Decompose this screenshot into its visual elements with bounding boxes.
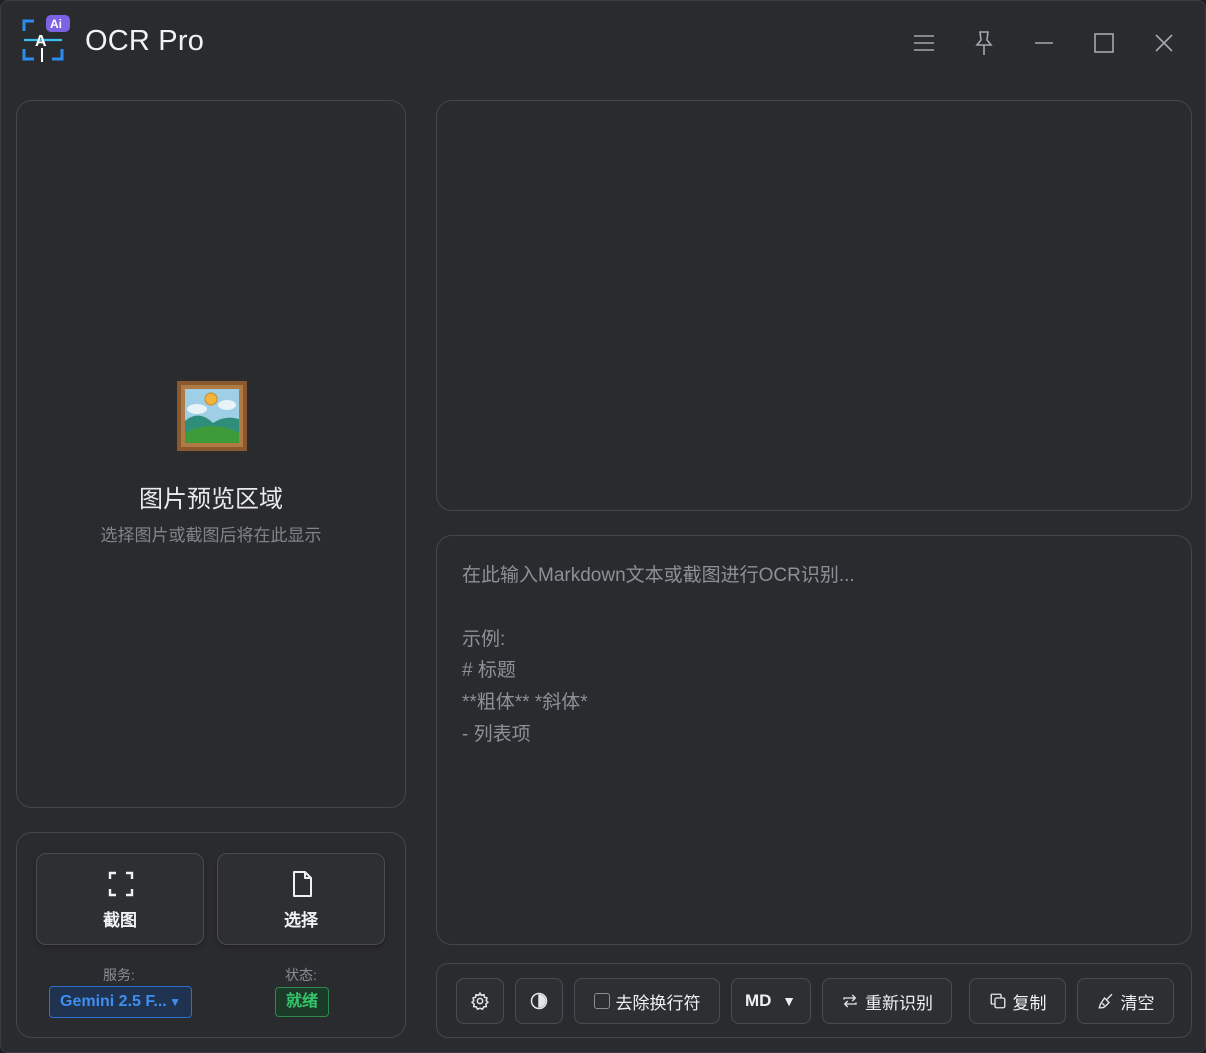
bottom-toolbar: 去除换行符 MD ▼ 重新识别 复制 清空 — [436, 963, 1192, 1038]
repeat-icon — [843, 994, 857, 1008]
pin-icon — [975, 31, 993, 55]
close-button[interactable] — [1146, 25, 1182, 61]
status-label: 状态: — [285, 967, 317, 983]
framed-picture-icon — [175, 379, 249, 453]
preview-subtitle: 选择图片或截图后将在此显示 — [100, 526, 322, 545]
select-file-button[interactable]: 选择 — [217, 853, 385, 945]
service-label: 服务: — [103, 967, 135, 983]
minimize-icon — [1035, 42, 1053, 44]
app-logo: A Ai — [21, 15, 71, 65]
settings-button[interactable] — [456, 978, 504, 1024]
copy-icon — [990, 993, 1005, 1009]
editor-placeholder[interactable]: 在此输入Markdown文本或截图进行OCR识别... 示例: # 标题 **粗… — [462, 560, 1162, 751]
menu-icon — [914, 35, 934, 51]
rerecognize-label: 重新识别 — [865, 993, 933, 1013]
clear-button[interactable]: 清空 — [1077, 978, 1174, 1024]
preview-title: 图片预览区域 — [139, 486, 283, 513]
file-icon — [293, 871, 312, 897]
menu-button[interactable] — [906, 25, 942, 61]
image-preview-panel: 图片预览区域 选择图片或截图后将在此显示 — [16, 100, 406, 808]
remove-newlines-toggle[interactable]: 去除换行符 — [574, 978, 720, 1024]
status-badge: 就绪 — [275, 987, 329, 1017]
close-icon — [1155, 34, 1173, 52]
screenshot-label: 截图 — [103, 911, 137, 930]
logo-letter: A — [35, 33, 47, 50]
remove-newlines-checkbox[interactable] — [593, 993, 610, 1009]
screenshot-frame-icon — [108, 871, 134, 897]
copy-button[interactable]: 复制 — [969, 978, 1066, 1024]
format-select[interactable]: MD ▼ — [731, 978, 811, 1024]
select-file-label: 选择 — [284, 911, 318, 930]
app-window: A Ai OCR Pro 图片预览区域 选择图片或截图后将在此显示 截图 选择 … — [0, 0, 1206, 1053]
brush-icon — [1097, 993, 1112, 1009]
screenshot-button[interactable]: 截图 — [36, 853, 204, 945]
gear-icon — [470, 991, 490, 1011]
minimize-button[interactable] — [1026, 25, 1062, 61]
logo-badge: Ai — [50, 17, 62, 31]
remove-newlines-label: 去除换行符 — [615, 993, 701, 1013]
maximize-icon — [1094, 33, 1114, 53]
rendered-output-panel — [436, 100, 1192, 511]
service-value: Gemini 2.5 F... — [60, 993, 167, 1010]
app-title: OCR Pro — [85, 25, 205, 57]
markdown-editor[interactable]: 在此输入Markdown文本或截图进行OCR识别... 示例: # 标题 **粗… — [436, 535, 1192, 945]
chevron-down-icon: ▼ — [169, 995, 181, 1009]
chevron-down-icon: ▼ — [782, 993, 796, 1009]
controls-panel: 截图 选择 服务: Gemini 2.5 F... ▼ 状态: 就绪 — [16, 832, 406, 1038]
maximize-button[interactable] — [1086, 25, 1122, 61]
contrast-icon — [530, 992, 548, 1010]
copy-label: 复制 — [1012, 993, 1047, 1013]
theme-toggle-button[interactable] — [515, 978, 563, 1024]
format-value: MD — [745, 991, 772, 1010]
rerecognize-button[interactable]: 重新识别 — [822, 978, 952, 1024]
title-bar: A Ai OCR Pro — [1, 1, 1205, 85]
clear-label: 清空 — [1120, 993, 1155, 1013]
pin-button[interactable] — [966, 25, 1002, 61]
service-select[interactable]: Gemini 2.5 F... ▼ — [49, 986, 192, 1018]
